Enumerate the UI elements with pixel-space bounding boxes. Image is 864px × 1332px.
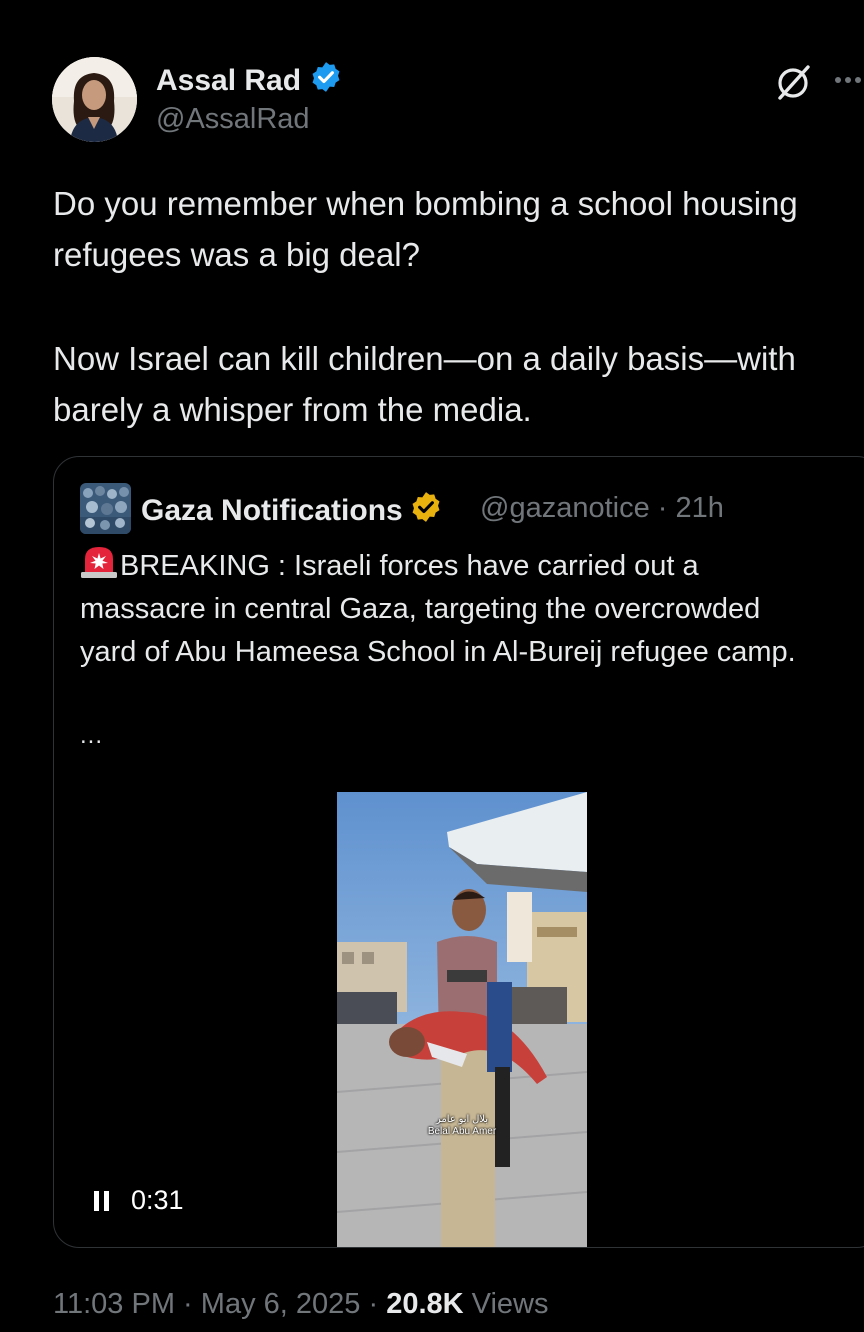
quoted-avatar[interactable] <box>80 483 131 534</box>
footer-separator: · <box>183 1288 193 1320</box>
footer-date[interactable]: May 6, 2025 <box>201 1288 361 1320</box>
views-label: Views <box>471 1288 549 1320</box>
author-name[interactable]: Assal Rad <box>156 60 343 102</box>
tweet-text: Do you remember when bombing a school ho… <box>53 178 843 435</box>
author-avatar[interactable] <box>52 57 137 142</box>
quoted-time[interactable]: 21h <box>676 492 724 524</box>
tweet-paragraph: Do you remember when bombing a school ho… <box>53 185 798 273</box>
quoted-author-name[interactable]: Gaza Notifications <box>141 490 443 532</box>
video-duration: 0:31 <box>131 1185 184 1215</box>
pause-icon[interactable] <box>92 1190 112 1212</box>
author-name-text[interactable]: Assal Rad <box>156 64 301 98</box>
tweet-footer: 11:03 PM · May 6, 2025 · 20.8K Views <box>53 1288 548 1321</box>
tweet-paragraph: Now Israel can kill children—on a daily … <box>53 340 796 428</box>
quoted-tweet-card[interactable]: Gaza Notifications @gazanotice · 21h BRE… <box>53 456 864 1248</box>
video-caption-latin: Belal Abu Amer <box>427 1126 497 1137</box>
gold-verified-badge-icon <box>409 490 443 532</box>
video-caption-arabic: بلال ابو عامر <box>435 1114 489 1125</box>
video-player[interactable]: بلال ابو عامر Belal Abu Amer <box>337 792 587 1247</box>
quoted-text-body: BREAKING : Israeli forces have carried o… <box>80 550 796 668</box>
author-handle[interactable]: @AssalRad <box>156 103 310 136</box>
siren-icon <box>80 545 118 579</box>
grok-icon[interactable] <box>774 62 814 102</box>
footer-time[interactable]: 11:03 PM <box>53 1288 175 1320</box>
quoted-text: BREAKING : Israeli forces have carried o… <box>80 545 800 674</box>
quoted-meta: @gazanotice · 21h <box>480 492 724 525</box>
quoted-author-name-text[interactable]: Gaza Notifications <box>141 494 403 528</box>
quoted-handle[interactable]: @gazanotice <box>480 492 650 524</box>
video-caption: بلال ابو عامر Belal Abu Amer <box>337 1114 587 1138</box>
more-icon[interactable] <box>832 64 864 96</box>
show-more-ellipsis[interactable]: ... <box>80 722 103 750</box>
video-frame <box>337 792 587 1247</box>
views-count[interactable]: 20.8K <box>386 1288 463 1320</box>
meta-separator: · <box>657 492 668 524</box>
verified-badge-icon <box>309 60 343 102</box>
footer-separator: · <box>368 1288 379 1320</box>
